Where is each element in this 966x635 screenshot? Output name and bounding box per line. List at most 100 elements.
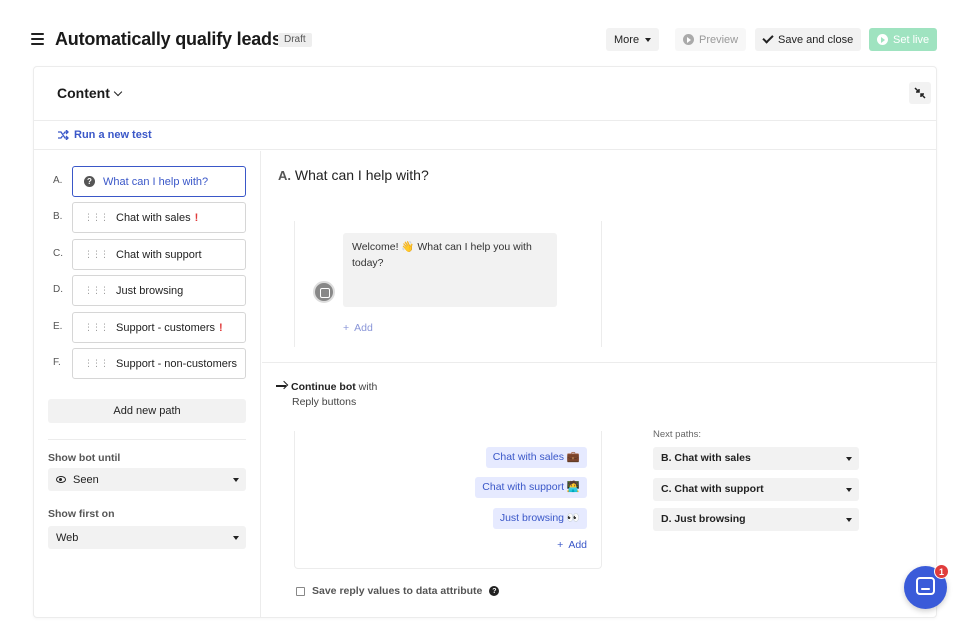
show-first-on-select[interactable]: Web [48, 526, 246, 549]
path-letter: B. [53, 211, 63, 222]
add-content-link[interactable]: + Add [343, 322, 373, 334]
page-title: Automatically qualify leads [55, 29, 282, 49]
collapse-icon [914, 87, 926, 99]
caret-down-icon [233, 478, 239, 482]
drag-handle-icon[interactable]: ⋮⋮⋮ [84, 285, 109, 296]
status-badge: Draft [278, 33, 312, 47]
reply-button-chip[interactable]: Chat with sales 💼 [485, 447, 587, 468]
reply-button-chip[interactable]: Chat with support 🧑‍💻 [475, 477, 587, 498]
path-item-b[interactable]: ⋮⋮⋮ Chat with sales ! [72, 202, 246, 233]
save-attribute-row: Save reply values to data attribute ? [296, 585, 500, 597]
continue-bot-label: Continue bot [291, 381, 356, 393]
path-row-f: F. ⋮⋮⋮ Support - non-customers [34, 348, 261, 379]
plus-icon: + [343, 322, 350, 334]
check-icon [762, 32, 774, 44]
chat-icon [916, 577, 935, 595]
warning-icon: ! [194, 211, 199, 224]
message-bubble[interactable]: Welcome! 👋 What can I help you with toda… [343, 233, 557, 307]
play-icon [683, 34, 694, 45]
save-and-close-button[interactable]: Save and close [755, 28, 862, 51]
preview-button-label: Preview [699, 33, 739, 46]
set-live-label: Set live [893, 33, 930, 46]
drag-handle-icon[interactable]: ⋮⋮⋮ [84, 212, 109, 223]
next-path-value: C. Chat with support [661, 483, 764, 495]
path-label: Support - non-customers [116, 357, 238, 370]
path-item-e[interactable]: ⋮⋮⋮ Support - customers ! [72, 312, 246, 343]
content-title: Content [57, 85, 110, 101]
next-paths-label: Next paths: [653, 429, 702, 440]
page-header: Automatically qualify leads Draft More P… [0, 0, 966, 64]
message-area: Welcome! 👋 What can I help you with toda… [294, 221, 602, 347]
save-and-close-label: Save and close [778, 33, 854, 46]
show-first-on-value: Web [56, 531, 79, 544]
save-attribute-label: Save reply values to data attribute [312, 585, 483, 597]
caret-down-icon [846, 457, 852, 461]
path-label: Chat with support [116, 248, 202, 261]
caret-down-icon [846, 518, 852, 522]
set-live-button[interactable]: Set live [869, 28, 938, 51]
path-list-panel: A. ? What can I help with? B. ⋮⋮⋮ Chat w… [34, 151, 261, 618]
content-card: Content Run a new test A. ? What can I h… [33, 66, 937, 618]
continue-bot-section: Continue bot with Reply buttons [276, 380, 377, 410]
path-editor-panel: A. What can I help with? Welcome! 👋 What… [262, 151, 936, 618]
path-label: What can I help with? [103, 175, 209, 188]
add-new-path-button[interactable]: Add new path [48, 399, 246, 423]
bot-avatar-icon [313, 281, 335, 303]
path-item-a[interactable]: ? What can I help with? [72, 166, 246, 197]
reply-buttons-dropdown[interactable]: Reply buttons [292, 396, 356, 408]
shuffle-icon [58, 130, 69, 140]
path-heading: A. What can I help with? [278, 167, 429, 183]
add-reply-label: Add [568, 539, 587, 551]
add-reply-button-link[interactable]: + Add [557, 539, 587, 551]
drag-handle-icon[interactable]: ⋮⋮⋮ [84, 358, 109, 369]
show-bot-until-select[interactable]: Seen [48, 468, 246, 491]
next-path-select[interactable]: B. Chat with sales [653, 447, 859, 470]
path-item-d[interactable]: ⋮⋮⋮ Just browsing [72, 275, 246, 306]
show-bot-until-value: Seen [73, 473, 99, 486]
path-row-c: C. ⋮⋮⋮ Chat with support [34, 239, 261, 270]
path-letter: F. [53, 357, 61, 368]
path-letter: E. [53, 321, 63, 332]
path-row-e: E. ⋮⋮⋮ Support - customers ! [34, 312, 261, 343]
path-heading-title[interactable]: What can I help with? [295, 167, 429, 183]
next-path-value: B. Chat with sales [661, 452, 751, 464]
preview-button[interactable]: Preview [675, 28, 747, 51]
help-icon[interactable]: ? [489, 586, 500, 596]
divider [48, 439, 246, 440]
play-icon [877, 34, 888, 45]
path-label: Just browsing [116, 284, 184, 297]
path-row-b: B. ⋮⋮⋮ Chat with sales ! [34, 202, 261, 233]
chevron-down-icon [113, 87, 123, 96]
run-test-label: Run a new test [74, 129, 152, 141]
path-item-f[interactable]: ⋮⋮⋮ Support - non-customers [72, 348, 246, 379]
content-header: Content [34, 67, 936, 121]
next-path-value: D. Just browsing [661, 513, 746, 525]
caret-down-icon [846, 488, 852, 492]
question-icon: ? [84, 176, 95, 187]
reply-button-chip[interactable]: Just browsing 👀 [492, 508, 587, 529]
path-heading-letter: A. [278, 168, 291, 183]
eye-icon [56, 476, 66, 483]
caret-down-icon [233, 536, 239, 540]
test-row: Run a new test [34, 122, 936, 150]
more-button[interactable]: More [606, 28, 660, 51]
show-first-on-label: Show first on [48, 508, 115, 520]
drag-handle-icon[interactable]: ⋮⋮⋮ [84, 249, 109, 260]
path-row-d: D. ⋮⋮⋮ Just browsing [34, 275, 261, 306]
run-test-link[interactable]: Run a new test [57, 129, 152, 141]
path-label: Chat with sales [116, 211, 191, 224]
reply-buttons-box: Chat with sales 💼 Chat with support 🧑‍💻 … [294, 431, 602, 569]
path-letter: C. [53, 248, 63, 259]
arrow-right-icon [276, 385, 286, 387]
path-item-c[interactable]: ⋮⋮⋮ Chat with support [72, 239, 246, 270]
next-path-select[interactable]: D. Just browsing [653, 508, 859, 531]
drag-handle-icon[interactable]: ⋮⋮⋮ [84, 322, 109, 333]
caret-down-icon [645, 37, 652, 42]
add-content-label: Add [354, 322, 373, 334]
expand-button[interactable] [909, 82, 931, 104]
warning-icon: ! [219, 321, 223, 334]
next-path-select[interactable]: C. Chat with support [653, 478, 859, 501]
menu-icon[interactable] [31, 33, 44, 45]
content-dropdown[interactable]: Content [57, 85, 123, 101]
save-attribute-checkbox[interactable] [296, 586, 305, 596]
